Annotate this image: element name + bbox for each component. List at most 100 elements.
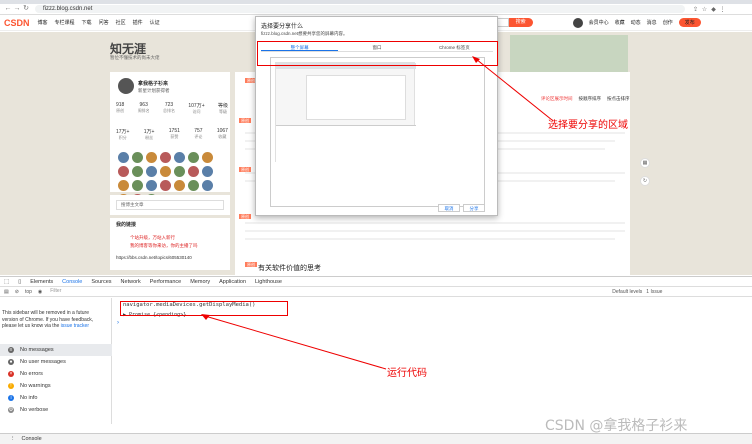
tab-elements[interactable]: Elements: [30, 279, 53, 285]
screen-thumbnail[interactable]: [275, 62, 416, 163]
stat: 107万+ 访问: [188, 103, 205, 114]
publish-button[interactable]: 发布: [678, 18, 701, 27]
clear-icon[interactable]: ⊘: [15, 289, 19, 295]
tab-console[interactable]: Console: [62, 279, 82, 285]
devtools-tabs: ⬚ ▯ Elements Console Sources Network Per…: [0, 277, 752, 287]
star-icon[interactable]: ☆: [700, 6, 709, 13]
badge-icon[interactable]: [160, 152, 171, 163]
profile-name[interactable]: 拿我格子衫来: [138, 80, 168, 87]
article-title[interactable]: 有关软件价值的思考: [258, 263, 321, 273]
blog-search-input[interactable]: 搜博主文章: [116, 200, 224, 210]
sidebar-item-messages[interactable]: ≡ No messages: [0, 344, 112, 356]
console-prompt-icon[interactable]: ›: [117, 320, 119, 326]
tab-memory[interactable]: Memory: [190, 279, 210, 285]
screen-preview[interactable]: [270, 57, 485, 207]
nav-item[interactable]: 社区: [116, 19, 126, 26]
badge-icon[interactable]: [118, 180, 129, 191]
article-tag: 原创: [239, 167, 251, 172]
badge-icon[interactable]: [188, 152, 199, 163]
nav-item[interactable]: 插件: [133, 19, 143, 26]
refresh-icon[interactable]: ↻: [640, 176, 650, 186]
share-icon[interactable]: ⇪: [691, 6, 700, 13]
drawer-menu-icon[interactable]: ⋮: [10, 436, 16, 442]
article-text-line: [245, 230, 625, 232]
badge-icon[interactable]: [174, 180, 185, 191]
verbose-icon: ⚙: [8, 407, 14, 413]
user-icon: ●: [8, 359, 14, 365]
sidebar-item-errors[interactable]: × No errors: [0, 368, 112, 380]
reload-icon[interactable]: ↻: [22, 5, 30, 13]
profile-avatar[interactable]: [118, 78, 134, 94]
menu-icon[interactable]: ⋮: [718, 6, 727, 13]
badge-icon[interactable]: [188, 180, 199, 191]
nav-right-item[interactable]: 消息: [647, 19, 657, 26]
extension-icon[interactable]: ◆: [709, 6, 718, 13]
article-text-line: [245, 222, 625, 224]
badge-icon[interactable]: [132, 180, 143, 191]
nav-item[interactable]: 博客: [38, 19, 48, 26]
nav-right-item[interactable]: 会员中心: [589, 19, 609, 26]
sidebar-promo-line[interactable]: 个站升级，万站入新行: [130, 235, 175, 241]
drawer-tab-console[interactable]: Console: [22, 436, 42, 442]
avatar[interactable]: [572, 17, 583, 28]
nav-right-item[interactable]: 创作: [663, 19, 673, 26]
sort-tab[interactable]: 按点击排序: [607, 96, 630, 102]
site-search-button[interactable]: 搜索: [508, 18, 533, 27]
share-button[interactable]: 分享: [463, 204, 485, 212]
sidebar-section-title: 我的链接: [116, 222, 137, 228]
badge-icon[interactable]: [160, 166, 171, 177]
sidebar-deprecation-note: This sidebar will be removed in a future…: [2, 310, 94, 329]
badge-icon[interactable]: [146, 152, 157, 163]
context-select[interactable]: top: [25, 289, 32, 295]
cancel-button[interactable]: 取消: [438, 204, 460, 212]
sidebar-toggle-icon[interactable]: ▤: [4, 289, 9, 295]
profile-stats-bottom: 17万+ 积分 1万+ 粉丝 1751 获赞 757 评论 1067 收藏: [116, 128, 228, 141]
highlight-box-tabs: [257, 41, 498, 66]
badge-icon[interactable]: [160, 180, 171, 191]
badge-icon[interactable]: [132, 152, 143, 163]
sidebar-url[interactable]: https://bbs.csdn.net/topics/605530140: [116, 255, 192, 260]
nav-right-item[interactable]: 动态: [631, 19, 641, 26]
tab-application[interactable]: Application: [219, 279, 246, 285]
forward-icon[interactable]: →: [13, 5, 21, 13]
tab-network[interactable]: Network: [121, 279, 141, 285]
badge-icon[interactable]: [174, 152, 185, 163]
badge-icon[interactable]: [202, 180, 213, 191]
nav-item[interactable]: 认证: [150, 19, 160, 26]
sort-tab[interactable]: 按顺序排序: [579, 96, 602, 102]
dialog-title: 选择要分享什么: [261, 24, 304, 30]
tab-performance[interactable]: Performance: [150, 279, 182, 285]
annotation-arrow: [201, 314, 387, 370]
inspect-icon[interactable]: ⬚: [4, 279, 9, 285]
sidebar-promo-line[interactable]: 我的博客等你来访，你的主播了吗: [130, 243, 198, 249]
badge-icon[interactable]: [118, 166, 129, 177]
tab-sources[interactable]: Sources: [91, 279, 111, 285]
nav-item[interactable]: 专栏课程: [55, 19, 75, 26]
badge-icon[interactable]: [188, 166, 199, 177]
badge-icon[interactable]: [118, 152, 129, 163]
badge-icon[interactable]: [132, 166, 143, 177]
csdn-logo[interactable]: CSDN: [4, 18, 30, 28]
url-field[interactable]: fizzz.blog.csdn.net: [35, 5, 685, 13]
badge-icon[interactable]: [202, 166, 213, 177]
eye-icon[interactable]: ◉: [38, 289, 42, 295]
badge-icon[interactable]: [174, 166, 185, 177]
issues-count[interactable]: 1 Issue: [646, 289, 662, 295]
nav-item[interactable]: 问答: [99, 19, 109, 26]
tab-lighthouse[interactable]: Lighthouse: [255, 279, 282, 285]
levels-select[interactable]: Default levels: [612, 289, 642, 295]
sidebar-item-verbose[interactable]: ⚙ No verbose: [0, 404, 112, 416]
issue-tracker-link[interactable]: issue tracker: [61, 323, 89, 329]
device-icon[interactable]: ▯: [18, 279, 21, 285]
badge-icon[interactable]: [202, 152, 213, 163]
sidebar-item-user-messages[interactable]: ● No user messages: [0, 356, 112, 368]
nav-item[interactable]: 下载: [82, 19, 92, 26]
nav-right-item[interactable]: 收藏: [615, 19, 625, 26]
badge-icon[interactable]: [146, 166, 157, 177]
sidebar-item-warnings[interactable]: ! No warnings: [0, 380, 112, 392]
badge-icon[interactable]: [146, 180, 157, 191]
qr-icon[interactable]: ▦: [640, 158, 650, 168]
back-icon[interactable]: ←: [4, 5, 12, 13]
filter-input[interactable]: Filter: [48, 288, 608, 295]
sidebar-item-info[interactable]: i No info: [0, 392, 112, 404]
